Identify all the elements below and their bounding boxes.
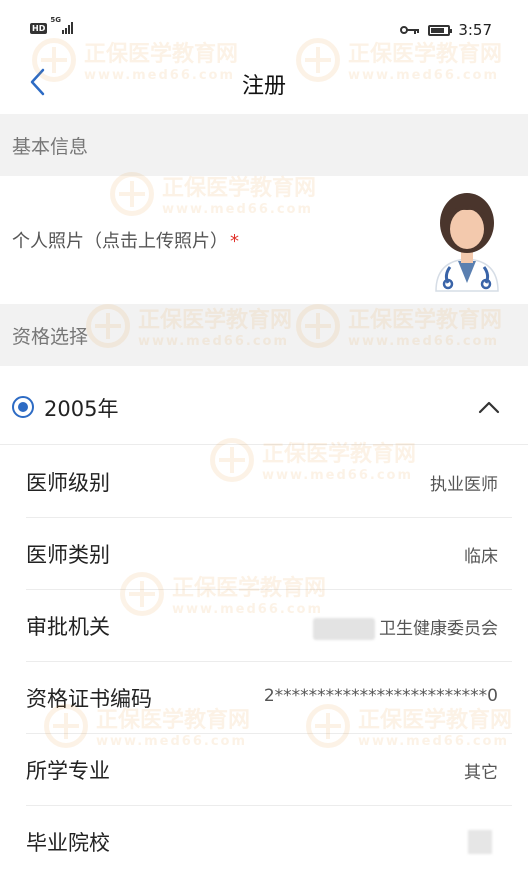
field-label: 毕业院校 — [26, 831, 110, 855]
field-value-wrap: 卫生健康委员会 — [313, 614, 498, 640]
nav-bar: 注册 — [0, 52, 528, 114]
field-value: 卫生健康委员会 — [379, 619, 498, 639]
field-label: 医师级别 — [26, 471, 110, 495]
battery-icon — [428, 24, 453, 36]
doctor-avatar-icon[interactable] — [422, 183, 512, 293]
field-value: 2*************************0 — [263, 686, 498, 706]
redacted-block — [468, 830, 492, 854]
chevron-up-icon[interactable] — [474, 396, 504, 418]
status-right: 3:57 — [400, 21, 492, 39]
status-left: HD 5G — [30, 16, 80, 34]
radio-selected-icon[interactable] — [12, 396, 34, 418]
status-bar: HD 5G 3:57 — [0, 0, 528, 52]
field-row-doctor-level[interactable]: 医师级别 执业医师 — [26, 445, 512, 518]
field-value: 其它 — [464, 763, 498, 783]
hd-badge: HD — [30, 23, 48, 34]
page-title: 注册 — [241, 74, 286, 99]
key-icon — [400, 26, 420, 34]
field-row-doctor-category[interactable]: 医师类别 临床 — [26, 517, 512, 590]
field-label: 资格证书编码 — [26, 687, 152, 711]
field-row-certificate-code[interactable]: 资格证书编码 2*************************0 — [26, 661, 512, 734]
field-value: 临床 — [464, 547, 498, 567]
photo-label: 个人照片（点击上传照片） * — [12, 231, 239, 252]
section-basic-info-label: 基本信息 — [12, 136, 89, 158]
year-label: 2005年 — [44, 397, 119, 421]
required-mark: * — [230, 231, 239, 252]
field-label: 医师类别 — [26, 543, 110, 567]
field-value: 执业医师 — [430, 475, 498, 495]
signal-icon: 5G — [50, 16, 80, 34]
section-basic-info: 基本信息 — [0, 114, 528, 176]
section-qualification-label: 资格选择 — [12, 326, 89, 348]
status-time: 3:57 — [458, 21, 492, 39]
photo-upload-row[interactable]: 个人照片（点击上传照片） * — [0, 175, 528, 300]
field-label: 审批机关 — [26, 615, 110, 639]
section-qualification: 资格选择 — [0, 304, 528, 366]
redacted-block — [313, 618, 375, 640]
field-row-major[interactable]: 所学专业 其它 — [26, 733, 512, 806]
network-type: 5G — [50, 16, 61, 24]
year-option-row[interactable]: 2005年 — [0, 368, 528, 445]
field-label: 所学专业 — [26, 759, 110, 783]
field-row-approval-authority[interactable]: 审批机关 卫生健康委员会 — [26, 589, 512, 662]
field-row-school[interactable]: 毕业院校 — [26, 805, 512, 877]
